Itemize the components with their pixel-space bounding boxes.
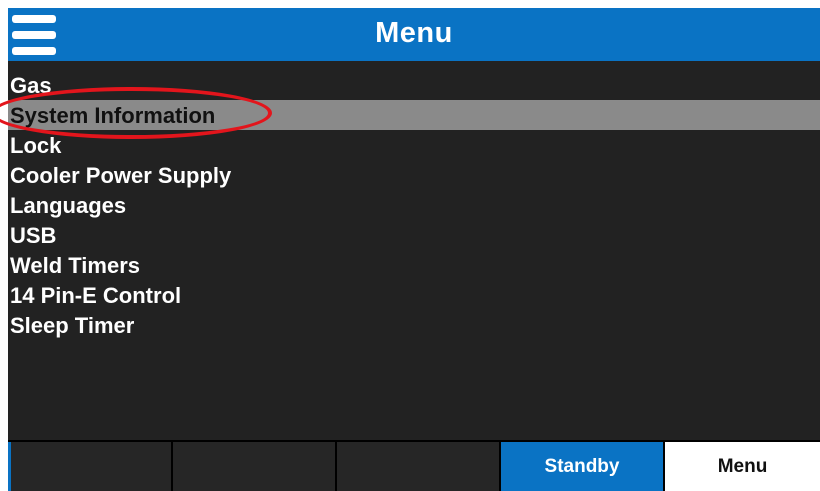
softkey-1[interactable] bbox=[8, 442, 173, 491]
menu-button[interactable]: Menu bbox=[665, 442, 820, 491]
device-screen: Menu Gas System Information Lock Cooler … bbox=[8, 8, 820, 491]
menu-item-system-information[interactable]: System Information bbox=[8, 100, 820, 130]
menu-item-cooler-power-supply[interactable]: Cooler Power Supply bbox=[8, 160, 820, 190]
menu-item-usb[interactable]: USB bbox=[8, 220, 820, 250]
menu-item-languages[interactable]: Languages bbox=[8, 190, 820, 220]
softkey-3[interactable] bbox=[337, 442, 501, 491]
menu-list: Gas System Information Lock Cooler Power… bbox=[8, 70, 820, 340]
page-title: Menu bbox=[375, 17, 453, 49]
softkey-2[interactable] bbox=[173, 442, 337, 491]
menu-item-sleep-timer[interactable]: Sleep Timer bbox=[8, 310, 820, 340]
softkey-bar: Standby Menu bbox=[8, 440, 820, 491]
menu-item-lock[interactable]: Lock bbox=[8, 130, 820, 160]
header-bar: Menu bbox=[8, 8, 820, 61]
menu-item-14-pin-e-control[interactable]: 14 Pin-E Control bbox=[8, 280, 820, 310]
menu-item-weld-timers[interactable]: Weld Timers bbox=[8, 250, 820, 280]
menu-item-gas[interactable]: Gas bbox=[8, 70, 820, 100]
standby-button[interactable]: Standby bbox=[501, 442, 665, 491]
